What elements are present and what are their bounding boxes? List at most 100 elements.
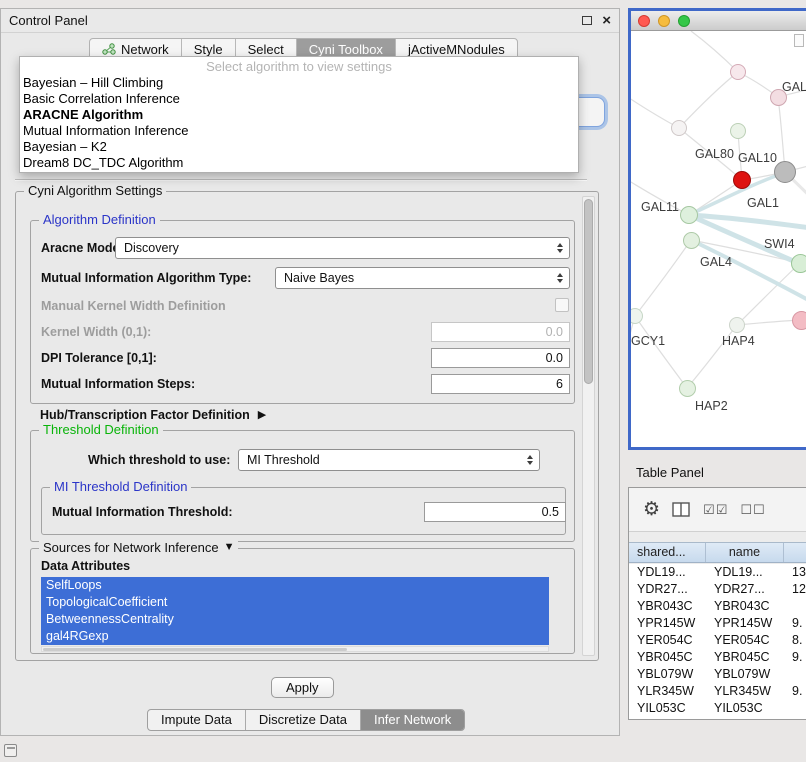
table-header: shared... name bbox=[629, 542, 806, 563]
node-label: GAL7 bbox=[782, 80, 806, 94]
which-threshold-label: Which threshold to use: bbox=[88, 453, 230, 467]
window-zoom-button[interactable] bbox=[678, 15, 690, 27]
clear-all-checkboxes-icon[interactable]: ☐☐ bbox=[740, 502, 765, 518]
network-node[interactable] bbox=[671, 120, 687, 136]
which-threshold-value: MI Threshold bbox=[247, 453, 320, 467]
node-label: GAL4 bbox=[700, 255, 732, 269]
aracne-mode-value: Discovery bbox=[124, 241, 179, 255]
section-divider bbox=[15, 179, 587, 181]
column-header-extra[interactable] bbox=[784, 543, 806, 562]
close-icon[interactable]: × bbox=[602, 14, 611, 28]
minimized-panel-icon[interactable] bbox=[4, 744, 17, 757]
network-node-selected-red[interactable] bbox=[733, 171, 751, 189]
aracne-mode-label: Aracne Mode: bbox=[41, 241, 124, 255]
column-header-name[interactable]: name bbox=[706, 543, 784, 562]
window-minimize-button[interactable] bbox=[658, 15, 670, 27]
sources-group: Sources for Network Inference ▼ Data Att… bbox=[30, 548, 575, 654]
table-row[interactable]: YBR043CYBR043C bbox=[629, 598, 806, 615]
threshold-definition-group: Threshold Definition Which threshold to … bbox=[30, 430, 575, 542]
bottom-tab-bar: Impute Data Discretize Data Infer Networ… bbox=[147, 709, 465, 731]
table-row[interactable]: YLR345WYLR345W9. bbox=[629, 683, 806, 700]
algorithm-definition-title: Algorithm Definition bbox=[39, 212, 160, 227]
settings-scrollbar-thumb[interactable] bbox=[584, 199, 593, 384]
table-row[interactable]: YPR145WYPR145W9. bbox=[629, 615, 806, 632]
dropdown-item-selected[interactable]: ARACNE Algorithm bbox=[20, 107, 578, 123]
table-row[interactable]: YER054CYER054C8. bbox=[629, 632, 806, 649]
columns-icon[interactable] bbox=[672, 502, 691, 518]
attribute-item-selected[interactable]: gal4RGexp bbox=[41, 628, 549, 645]
tab-infer-network[interactable]: Infer Network bbox=[361, 710, 464, 730]
node-label: HAP4 bbox=[722, 334, 755, 348]
network-node[interactable] bbox=[729, 317, 745, 333]
column-header-shared-name[interactable]: shared... bbox=[629, 543, 706, 562]
dropdown-item[interactable]: Basic Correlation Inference bbox=[20, 91, 578, 107]
dropdown-item[interactable]: Mutual Information Inference bbox=[20, 123, 578, 139]
network-node[interactable] bbox=[683, 232, 700, 249]
attribute-list-hscrollbar[interactable] bbox=[41, 646, 549, 652]
mi-type-value: Naive Bayes bbox=[284, 271, 354, 285]
combo-stepper-icon bbox=[527, 455, 533, 465]
sources-group-toggle[interactable]: Sources for Network Inference ▼ bbox=[39, 540, 238, 555]
manual-kernel-checkbox[interactable] bbox=[555, 298, 569, 312]
network-node[interactable] bbox=[680, 206, 698, 224]
mi-threshold-group-title: MI Threshold Definition bbox=[50, 479, 191, 494]
table-row[interactable]: YDR27...YDR27...12 bbox=[629, 581, 806, 598]
tab-discretize-data-label: Discretize Data bbox=[259, 712, 347, 727]
attribute-list-hscrollbar-thumb[interactable] bbox=[43, 648, 347, 651]
cyni-settings-group-title: Cyni Algorithm Settings bbox=[24, 183, 166, 198]
node-label: GCY1 bbox=[631, 334, 665, 348]
float-window-icon[interactable] bbox=[582, 16, 592, 25]
gear-icon[interactable]: ⚙ bbox=[643, 500, 660, 520]
control-panel-titlebar: Control Panel × bbox=[1, 9, 619, 33]
data-attributes-label: Data Attributes bbox=[41, 559, 130, 573]
table-body: YDL19...YDL19...13 YDR27...YDR27...12 YB… bbox=[629, 564, 806, 719]
tab-select-label: Select bbox=[248, 42, 284, 57]
attribute-item-selected[interactable]: TopologicalCoefficient bbox=[41, 594, 549, 611]
mi-threshold-input[interactable]: 0.5 bbox=[424, 502, 566, 522]
mi-steps-input[interactable]: 6 bbox=[431, 374, 570, 394]
threshold-definition-title: Threshold Definition bbox=[39, 422, 163, 437]
dropdown-item[interactable]: Bayesian – Hill Climbing bbox=[20, 75, 578, 91]
network-canvas[interactable]: GAL7 GAL80 GAL10 GAL11 GAL1 SWI4 GAL4 GC… bbox=[631, 31, 806, 446]
settings-scrollbar[interactable] bbox=[582, 196, 595, 656]
tab-discretize-data[interactable]: Discretize Data bbox=[246, 710, 361, 730]
tab-style-label: Style bbox=[194, 42, 223, 57]
attribute-item-selected[interactable]: SelfLoops bbox=[41, 577, 549, 594]
network-node[interactable] bbox=[679, 380, 696, 397]
table-row[interactable]: YBR045CYBR045C9. bbox=[629, 649, 806, 666]
network-node-gray[interactable] bbox=[774, 161, 796, 183]
kernel-width-input[interactable]: 0.0 bbox=[431, 322, 570, 342]
hub-tf-section-toggle[interactable]: Hub/Transcription Factor Definition ▶ bbox=[40, 408, 266, 422]
dropdown-item[interactable]: Dream8 DC_TDC Algorithm bbox=[20, 155, 578, 171]
table-toolbar: ⚙ ☑☑ ☐☐ bbox=[629, 488, 806, 532]
table-row[interactable]: YDL19...YDL19...13 bbox=[629, 564, 806, 581]
tab-infer-network-label: Infer Network bbox=[374, 712, 451, 727]
node-label: SWI4 bbox=[764, 237, 795, 251]
collapsed-triangle-icon: ▶ bbox=[258, 410, 266, 421]
canvas-scrollbar[interactable] bbox=[794, 34, 804, 47]
manual-kernel-label: Manual Kernel Width Definition bbox=[41, 299, 226, 313]
network-node[interactable] bbox=[730, 64, 746, 80]
tab-impute-data[interactable]: Impute Data bbox=[148, 710, 246, 730]
select-all-checkboxes-icon[interactable]: ☑☑ bbox=[703, 502, 728, 518]
node-label: GAL1 bbox=[747, 196, 779, 210]
aracne-mode-select[interactable]: Discovery bbox=[115, 237, 570, 259]
mi-type-select[interactable]: Naive Bayes bbox=[275, 267, 570, 289]
mi-steps-label: Mutual Information Steps: bbox=[41, 377, 195, 391]
node-label: GAL10 bbox=[738, 151, 777, 165]
table-row[interactable]: YBL079WYBL079W bbox=[629, 666, 806, 683]
window-close-button[interactable] bbox=[638, 15, 650, 27]
attribute-item-selected[interactable]: BetweennessCentrality bbox=[41, 611, 549, 628]
dropdown-item[interactable]: Bayesian – K2 bbox=[20, 139, 578, 155]
network-window-titlebar[interactable] bbox=[631, 11, 806, 31]
which-threshold-select[interactable]: MI Threshold bbox=[238, 449, 540, 471]
dpi-tolerance-input[interactable]: 0.0 bbox=[431, 348, 570, 368]
mi-threshold-label: Mutual Information Threshold: bbox=[52, 505, 233, 519]
table-row[interactable]: YIL053CYIL053C bbox=[629, 700, 806, 717]
hub-tf-section-label: Hub/Transcription Factor Definition bbox=[40, 408, 250, 422]
network-node[interactable] bbox=[730, 123, 746, 139]
apply-button[interactable]: Apply bbox=[271, 677, 334, 698]
combo-stepper-icon bbox=[557, 243, 563, 253]
network-node[interactable] bbox=[791, 254, 806, 273]
network-node-pink[interactable] bbox=[792, 311, 806, 330]
